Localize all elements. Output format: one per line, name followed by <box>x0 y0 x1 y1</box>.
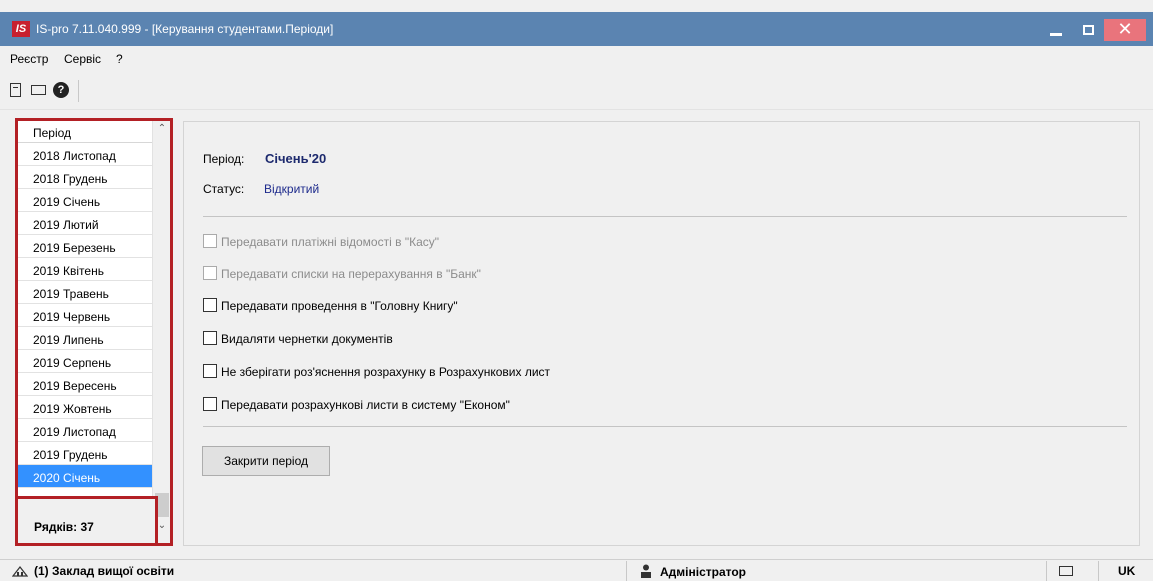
status-bar: (1) Заклад вищої освіти Адміністратор UK <box>0 559 1153 581</box>
status-separator <box>1098 561 1099 581</box>
option-label: Передавати платіжні відомості в "Касу" <box>221 235 439 249</box>
minimize-icon <box>1050 33 1062 36</box>
period-list-item[interactable]: 2019 Грудень <box>18 442 152 465</box>
option-checkbox[interactable] <box>203 331 217 345</box>
option-label[interactable]: Видаляти чернетки документів <box>221 332 393 346</box>
period-list-item[interactable]: 2019 Квітень <box>18 258 152 281</box>
period-list-item[interactable]: 2019 Липень <box>18 327 152 350</box>
row-count-label: Рядків: 37 <box>34 520 94 534</box>
divider <box>203 426 1127 427</box>
menu-help[interactable]: ? <box>116 52 123 66</box>
status-label: Статус: <box>203 182 245 196</box>
period-value: Січень'20 <box>265 151 327 166</box>
mail-icon[interactable] <box>31 85 46 95</box>
language-indicator[interactable]: UK <box>1118 564 1135 578</box>
user-status: Адміністратор <box>660 565 747 579</box>
maximize-button[interactable] <box>1072 19 1104 41</box>
period-list-item[interactable]: 2019 Березень <box>18 235 152 258</box>
status-separator <box>626 561 627 581</box>
scroll-up-icon[interactable]: ⌃ <box>153 123 171 139</box>
period-label: Період: <box>203 152 245 166</box>
document-icon[interactable] <box>10 83 21 97</box>
menu-registry[interactable]: Реєстр <box>10 52 48 66</box>
period-list-item[interactable]: 2019 Жовтень <box>18 396 152 419</box>
menu-service[interactable]: Сервіс <box>64 52 101 66</box>
maximize-icon <box>1082 25 1094 35</box>
mail-status-icon[interactable] <box>1059 566 1073 576</box>
building-icon <box>12 566 28 577</box>
period-list-item[interactable]: 2018 Грудень <box>18 166 152 189</box>
period-list-item[interactable]: 2019 Лютий <box>18 212 152 235</box>
option-checkbox[interactable] <box>203 298 217 312</box>
option-label[interactable]: Передавати розрахункові листи в систему … <box>221 398 510 412</box>
period-list: 2018 Листопад 2018 Грудень 2019 Січень 2019… <box>18 143 152 488</box>
organization-status: (1) Заклад вищої освіти <box>34 564 175 578</box>
period-details-panel: Період: Січень'20 Статус: Відкритий Пере… <box>183 121 1140 546</box>
menu-bar: Реєстр Сервіс ? <box>0 46 1153 70</box>
option-checkbox <box>203 234 217 248</box>
period-list-panel: Період 2018 Листопад 2018 Грудень 2019 Січ… <box>15 118 173 546</box>
period-list-item[interactable]: 2019 Травень <box>18 281 152 304</box>
close-icon: ✕ <box>1117 19 1133 39</box>
app-window: IS IS-pro 7.11.040.999 - [Керування студ… <box>0 0 1153 581</box>
period-list-item[interactable]: 2019 Листопад <box>18 419 152 442</box>
option-checkbox <box>203 266 217 280</box>
option-label[interactable]: Передавати проведення в "Головну Книгу" <box>221 299 458 313</box>
period-list-item[interactable]: 2019 Січень <box>18 189 152 212</box>
period-list-item[interactable]: 2019 Вересень <box>18 373 152 396</box>
app-logo-icon: IS <box>12 21 30 37</box>
help-icon[interactable]: ? <box>53 82 69 98</box>
status-separator <box>1046 561 1047 581</box>
window-title: IS-pro 7.11.040.999 - [Керування студент… <box>36 22 334 36</box>
close-period-button[interactable]: Закрити період <box>202 446 330 476</box>
user-icon <box>641 564 651 578</box>
title-bar[interactable]: IS IS-pro 7.11.040.999 - [Керування студ… <box>0 12 1153 46</box>
toolbar-separator <box>78 80 79 102</box>
minimize-button[interactable] <box>1040 19 1072 41</box>
close-window-button[interactable]: ✕ <box>1104 19 1146 41</box>
row-count-footer: Рядків: 37 <box>15 496 158 546</box>
toolbar: ? <box>0 72 1153 110</box>
period-list-item[interactable]: 2019 Серпень <box>18 350 152 373</box>
period-column-header[interactable]: Період <box>18 121 152 143</box>
period-list-item[interactable]: 2019 Червень <box>18 304 152 327</box>
option-checkbox[interactable] <box>203 364 217 378</box>
divider <box>203 216 1127 217</box>
period-list-item[interactable]: 2020 Січень <box>18 465 152 488</box>
period-list-item[interactable]: 2018 Листопад <box>18 143 152 166</box>
list-scrollbar[interactable]: ⌃ ⌄ <box>152 121 170 543</box>
option-label: Передавати списки на перерахування в "Ба… <box>221 267 481 281</box>
status-value: Відкритий <box>264 182 320 196</box>
option-checkbox[interactable] <box>203 397 217 411</box>
option-label[interactable]: Не зберігати роз'яснення розрахунку в Ро… <box>221 365 550 379</box>
